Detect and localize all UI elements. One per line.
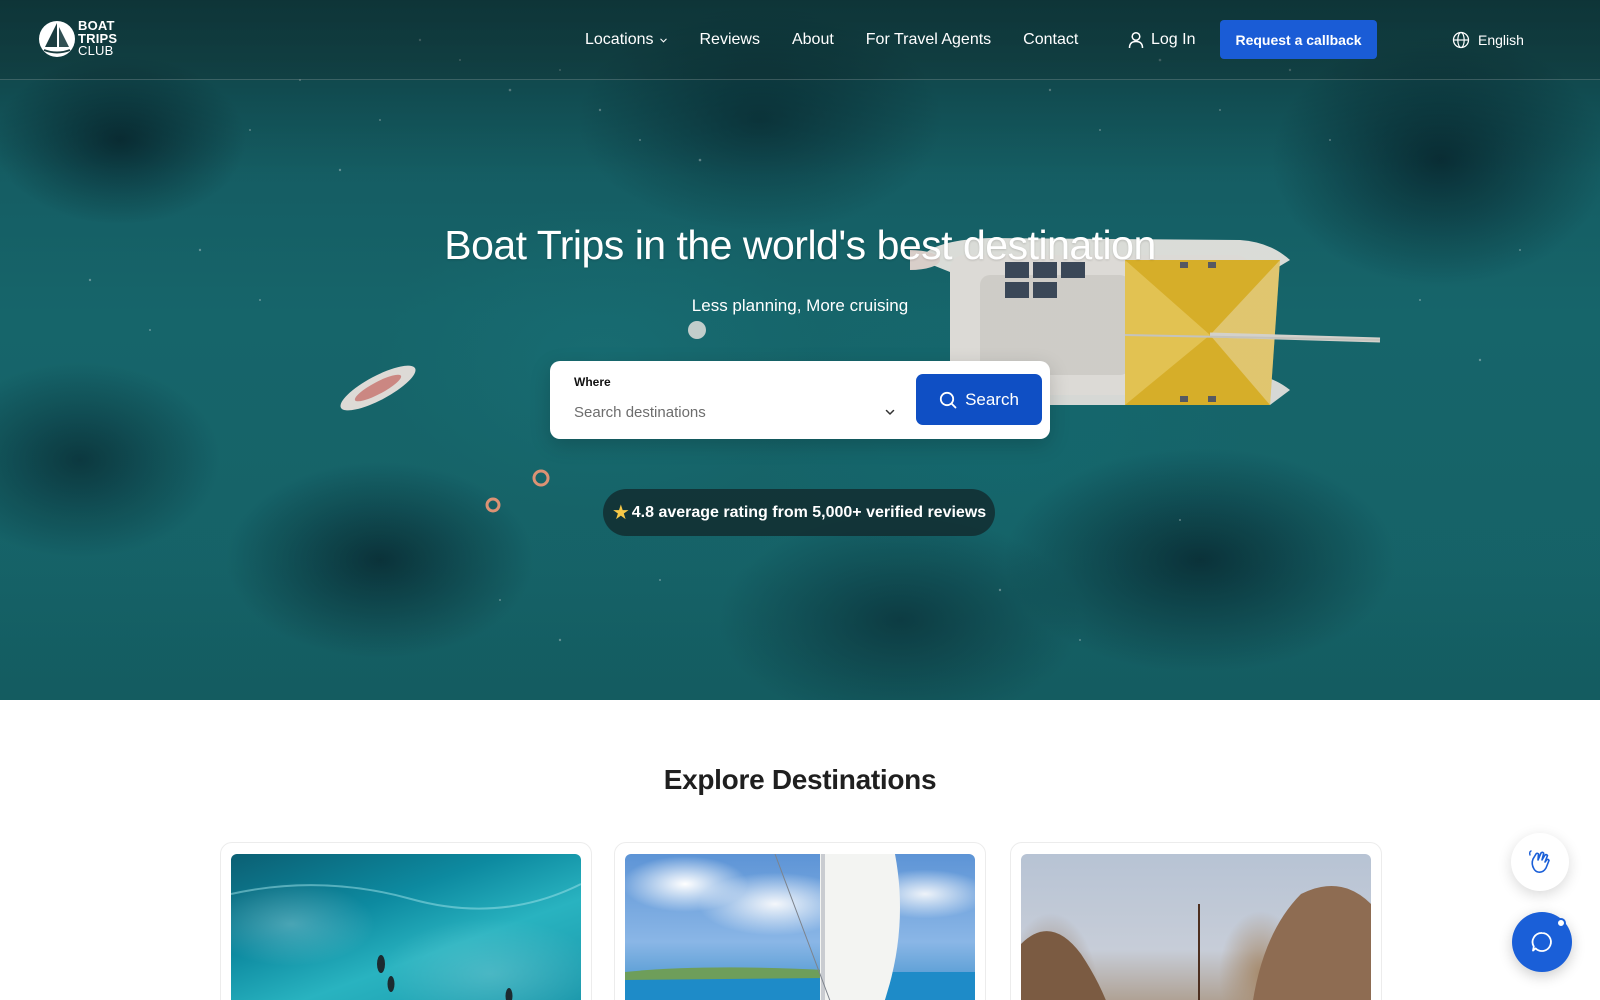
chat-button[interactable] xyxy=(1512,912,1572,972)
destination-search-form: Where Search xyxy=(550,361,1050,439)
chat-bubble-icon xyxy=(1531,932,1552,952)
greeting-button[interactable] xyxy=(1511,833,1569,891)
notification-dot xyxy=(1556,918,1566,928)
hero-subtitle: Less planning, More cruising xyxy=(691,296,909,315)
ocean-paddleboard-image xyxy=(231,854,581,1000)
search-button[interactable]: Search xyxy=(916,374,1042,425)
star-icon: ★ xyxy=(611,501,630,524)
brand-logo[interactable]: BOAT TRIPS CLUB xyxy=(38,12,117,66)
destination-card[interactable] xyxy=(220,842,592,1000)
nav-item-label: Locations xyxy=(585,31,654,48)
brand-wordmark: BOAT TRIPS CLUB xyxy=(78,20,117,58)
nav-item-reviews[interactable]: Reviews xyxy=(700,31,760,49)
rating-badge: ★ 4.8 average rating from 5,000+ verifie… xyxy=(603,489,995,536)
login-label: Log In xyxy=(1151,31,1196,48)
chevron-down-icon xyxy=(659,38,667,43)
request-callback-button[interactable]: Request a callback xyxy=(1220,20,1377,59)
rock-arch-image xyxy=(1021,854,1371,1000)
hero-overlay xyxy=(0,0,1600,700)
rating-text: 4.8 average rating from 5,000+ verified … xyxy=(631,503,987,521)
sailboat-logo-icon xyxy=(39,21,75,57)
nav-item-about[interactable]: About xyxy=(792,31,834,49)
where-label: Where xyxy=(574,375,611,389)
globe-icon xyxy=(1452,31,1470,49)
search-icon xyxy=(939,391,957,408)
main-nav: Locations Reviews About For Travel Agent… xyxy=(585,0,1078,80)
sailboat-coast-image xyxy=(625,854,975,1000)
nav-item-contact[interactable]: Contact xyxy=(1023,31,1078,49)
site-header: BOAT TRIPS CLUB Locations Reviews About … xyxy=(0,0,1600,80)
nav-item-travel-agents[interactable]: For Travel Agents xyxy=(866,31,991,49)
chevron-down-icon[interactable] xyxy=(884,406,896,418)
explore-title: Explore Destinations xyxy=(663,764,937,795)
destination-search-input[interactable] xyxy=(574,399,894,425)
destination-card[interactable] xyxy=(614,842,986,1000)
search-button-label: Search xyxy=(965,389,1019,409)
brand-line-3: CLUB xyxy=(78,43,114,59)
hero-section: Boat Trips in the world's best destinati… xyxy=(0,0,1600,700)
nav-item-locations[interactable]: Locations xyxy=(585,31,668,49)
language-selector[interactable]: English xyxy=(1452,28,1524,52)
destination-card[interactable] xyxy=(1010,842,1382,1000)
language-label: English xyxy=(1478,32,1524,48)
user-icon xyxy=(1128,31,1144,49)
waving-hand-icon xyxy=(1528,850,1550,873)
hero-title: Boat Trips in the world's best destinati… xyxy=(444,222,1156,268)
login-link[interactable]: Log In xyxy=(1128,28,1195,52)
